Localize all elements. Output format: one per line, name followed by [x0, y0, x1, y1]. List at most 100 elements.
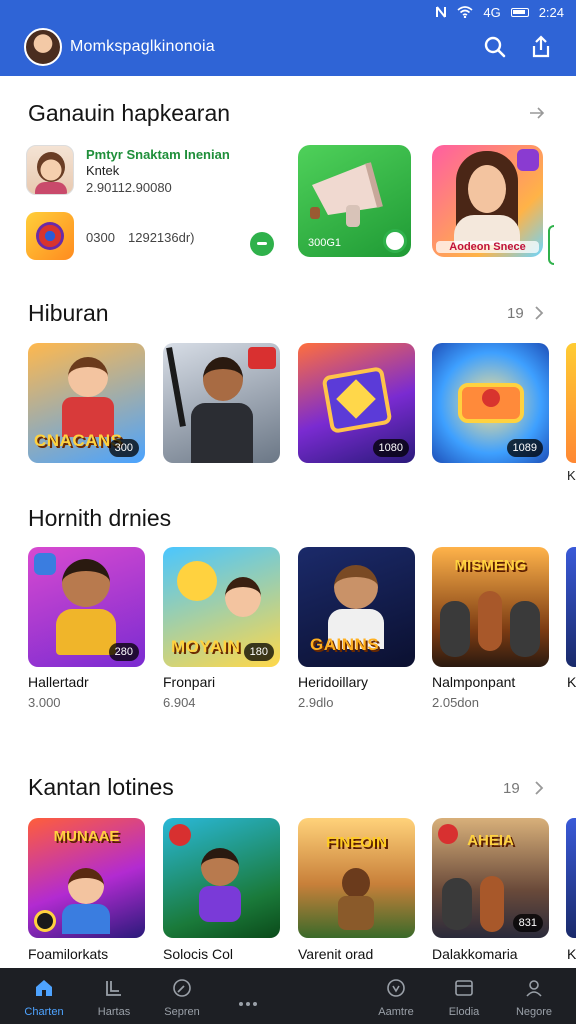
chat-badge-icon — [383, 229, 407, 253]
app-tile-portrait-girl[interactable]: Aodeon Snece — [432, 145, 543, 257]
section-count: 19 — [507, 305, 524, 322]
game-tile[interactable] — [163, 818, 280, 938]
featured-app-meta: 2.90112.90080 — [86, 180, 172, 195]
compass-icon — [173, 979, 191, 997]
peek-card — [566, 547, 576, 667]
game-name[interactable]: Dalakkomaria — [432, 946, 518, 962]
avatar[interactable] — [24, 28, 62, 66]
clock: 2:24 — [538, 4, 564, 20]
chevron-right-icon[interactable] — [530, 304, 548, 322]
game-name[interactable]: Solocis Col — [163, 946, 233, 962]
game-tile[interactable]: MISMENG — [432, 547, 549, 667]
game-name[interactable]: Varenit orad — [298, 946, 373, 962]
tile-title: MISMENG — [454, 557, 527, 574]
peek-card — [566, 818, 576, 938]
app-screen: 4G 2:24 Momkspaglkinonoia Ganauin hapkea… — [0, 0, 576, 1024]
peek-label: K — [567, 946, 576, 962]
featured-app-publisher: Kntek — [86, 163, 120, 178]
search-icon[interactable] — [482, 34, 508, 60]
flag-icon — [248, 347, 276, 369]
install-button[interactable] — [250, 232, 274, 256]
nav-item-more[interactable] — [212, 968, 284, 1024]
tile-badge: 1080 — [372, 439, 409, 457]
tile-badge: 180 — [243, 643, 274, 661]
tile-badge: 831 — [512, 914, 543, 932]
tile-badge: 300 — [108, 439, 139, 457]
tile-title: MUNAAE — [53, 828, 120, 845]
featured-app-name[interactable]: Pmtyr Snaktam Inenian — [86, 147, 230, 162]
badge-icon — [438, 824, 458, 844]
nav-label: Elodia — [448, 1006, 480, 1018]
app-bar: 4G 2:24 Momkspaglkinonoia — [0, 0, 576, 76]
section-count: 19 — [503, 780, 520, 797]
status-bar: 4G 2:24 — [435, 2, 564, 22]
section-title-hornith: Hornith drnies — [28, 505, 172, 531]
game-meta: 3.000 — [28, 695, 61, 710]
game-tile[interactable]: MUNAAE — [28, 818, 145, 938]
nav-item-apps[interactable]: Hartas — [78, 968, 150, 1024]
profile-icon — [526, 980, 542, 997]
download-icon — [387, 979, 405, 997]
nav-item-home[interactable]: Charten — [8, 968, 80, 1024]
game-meta: 2.05don — [432, 695, 479, 710]
nav-label: Negore — [515, 1006, 553, 1018]
featured-app2-meta-right: 1292136dr) — [128, 230, 195, 245]
app-icon-target[interactable] — [26, 212, 74, 260]
nav-item-library[interactable]: Elodia — [428, 968, 500, 1024]
section-title-featured: Ganauin hapkearan — [28, 100, 231, 126]
tile-label: Aodeon Snece — [436, 241, 539, 253]
game-tile[interactable]: 1089 — [432, 343, 549, 463]
nav-label: Hartas — [97, 1006, 131, 1018]
app-icon-portrait[interactable] — [26, 145, 74, 195]
home-icon — [36, 980, 52, 996]
chevron-right-icon[interactable] — [530, 779, 548, 797]
game-name[interactable]: Nalmponpant — [432, 674, 515, 690]
game-name[interactable]: Foamilorkats — [28, 946, 108, 962]
nav-item-updates[interactable]: Aamtre — [360, 968, 432, 1024]
tile-badge: 1089 — [506, 439, 543, 457]
battery-icon — [510, 7, 529, 17]
badge-icon — [169, 824, 191, 846]
coin-icon — [34, 910, 56, 932]
tile-title: MOYAIN — [171, 637, 241, 656]
nav-label: Sepren — [164, 1006, 200, 1018]
apps-icon — [106, 981, 121, 996]
game-name[interactable]: Fronpari — [163, 674, 215, 690]
peek-card — [566, 343, 576, 463]
share-icon[interactable] — [528, 34, 554, 60]
nav-label: Aamtre — [378, 1006, 414, 1018]
nav-label: Charten — [24, 1006, 64, 1018]
game-tile[interactable]: MOYAIN 180 — [163, 547, 280, 667]
nfc-icon — [436, 6, 447, 18]
game-tile[interactable]: GAINNS — [298, 547, 415, 667]
peek-label: K — [567, 674, 576, 690]
more-icon — [239, 1002, 257, 1006]
featured-app2-meta: 0300 — [86, 230, 115, 245]
app-tile-megaphone[interactable]: 300G1 — [298, 145, 411, 257]
game-tile[interactable]: FINEOIN — [298, 818, 415, 938]
tile-title: FINEOIN — [326, 834, 387, 851]
tile-label: 300G1 — [308, 237, 342, 249]
game-tile[interactable]: AHEIA 831 — [432, 818, 549, 938]
wifi-icon — [457, 6, 473, 18]
game-tile[interactable]: 280 — [28, 547, 145, 667]
nav-item-profile[interactable]: Negore — [498, 968, 570, 1024]
game-tile[interactable]: 1080 — [298, 343, 415, 463]
game-tile[interactable] — [163, 343, 280, 463]
game-name[interactable]: Heridoillary — [298, 674, 368, 690]
network-type: 4G — [483, 4, 501, 20]
tile-title: GAINNS — [310, 635, 380, 654]
bottom-nav: Charten Hartas Sepren Aamtre Elodia Nego… — [0, 968, 576, 1024]
section-title-hiburan: Hiburan — [28, 300, 109, 326]
library-icon — [455, 980, 473, 996]
game-meta: 6.904 — [163, 695, 196, 710]
game-tile[interactable]: CNACANS 300 — [28, 343, 145, 463]
peek-card — [548, 225, 554, 265]
game-meta: 2.9dlo — [298, 695, 334, 710]
peek-label: K — [567, 468, 576, 483]
app-title: Momkspaglkinonoia — [70, 38, 215, 55]
badge-icon — [517, 149, 539, 171]
arrow-right-icon[interactable] — [528, 104, 546, 122]
nav-item-explore[interactable]: Sepren — [146, 968, 218, 1024]
game-name[interactable]: Hallertadr — [28, 674, 89, 690]
